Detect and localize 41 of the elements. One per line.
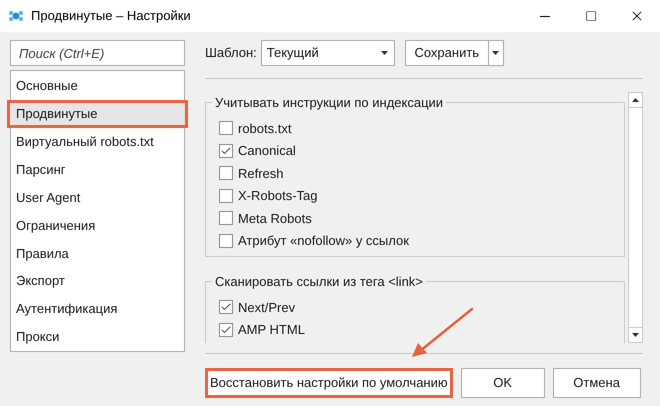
- dialog-button[interactable]: Восстановить настройки по умолчанию: [205, 368, 453, 398]
- search-field[interactable]: Поиск (Ctrl+E): [10, 40, 185, 66]
- scrollbar[interactable]: [628, 92, 643, 343]
- category-item[interactable]: Виртуальный robots.txt: [11, 128, 184, 156]
- template-dropdown[interactable]: Текущий: [260, 40, 395, 66]
- category-item[interactable]: Ограничения: [11, 211, 184, 240]
- checkbox[interactable]: [219, 144, 233, 158]
- category-item[interactable]: Прокси: [11, 323, 184, 351]
- dialog-button[interactable]: Отмена: [552, 368, 641, 398]
- dropdown-arrow-icon: [380, 51, 388, 55]
- checkbox[interactable]: [219, 322, 233, 337]
- checkbox-label: Next/Prev: [238, 298, 296, 316]
- template-label: Шаблон:: [205, 44, 257, 62]
- check-icon: [220, 144, 232, 157]
- dialog-button[interactable]: OK: [460, 368, 545, 398]
- checkbox[interactable]: [219, 188, 233, 203]
- category-item[interactable]: Экспорт: [11, 267, 184, 296]
- checkbox[interactable]: [219, 211, 233, 226]
- checkbox-label: Refresh: [238, 164, 284, 182]
- annotation-arrow: [410, 307, 474, 359]
- checkbox[interactable]: [219, 166, 233, 180]
- checkbox[interactable]: [219, 300, 233, 314]
- category-item[interactable]: Аутентификация: [11, 295, 184, 324]
- category-item[interactable]: Правила: [11, 239, 184, 268]
- maximize-icon: [585, 10, 597, 22]
- app-logo-icon: [8, 9, 24, 23]
- checkbox-label: robots.txt: [238, 120, 292, 138]
- category-item[interactable]: Парсинг: [11, 156, 184, 184]
- check-icon: [220, 324, 232, 336]
- category-item[interactable]: Основные: [11, 72, 184, 100]
- checkbox[interactable]: [219, 121, 233, 136]
- dropdown-arrow-icon: [492, 51, 500, 55]
- checkbox-label: Canonical: [238, 142, 296, 160]
- category-item[interactable]: Продвинутые: [7, 100, 188, 128]
- checkbox-label: X-Robots-Tag: [238, 187, 318, 205]
- window-title: Продвинутые – Настройки: [31, 7, 191, 26]
- checkbox-label: Meta Robots: [238, 210, 312, 228]
- checkbox-label: Атрибут «nofollow» у ссылок: [238, 232, 409, 250]
- category-item[interactable]: User Agent: [11, 184, 184, 212]
- checkbox[interactable]: [219, 234, 233, 248]
- checkbox-label: AMP HTML: [238, 321, 305, 339]
